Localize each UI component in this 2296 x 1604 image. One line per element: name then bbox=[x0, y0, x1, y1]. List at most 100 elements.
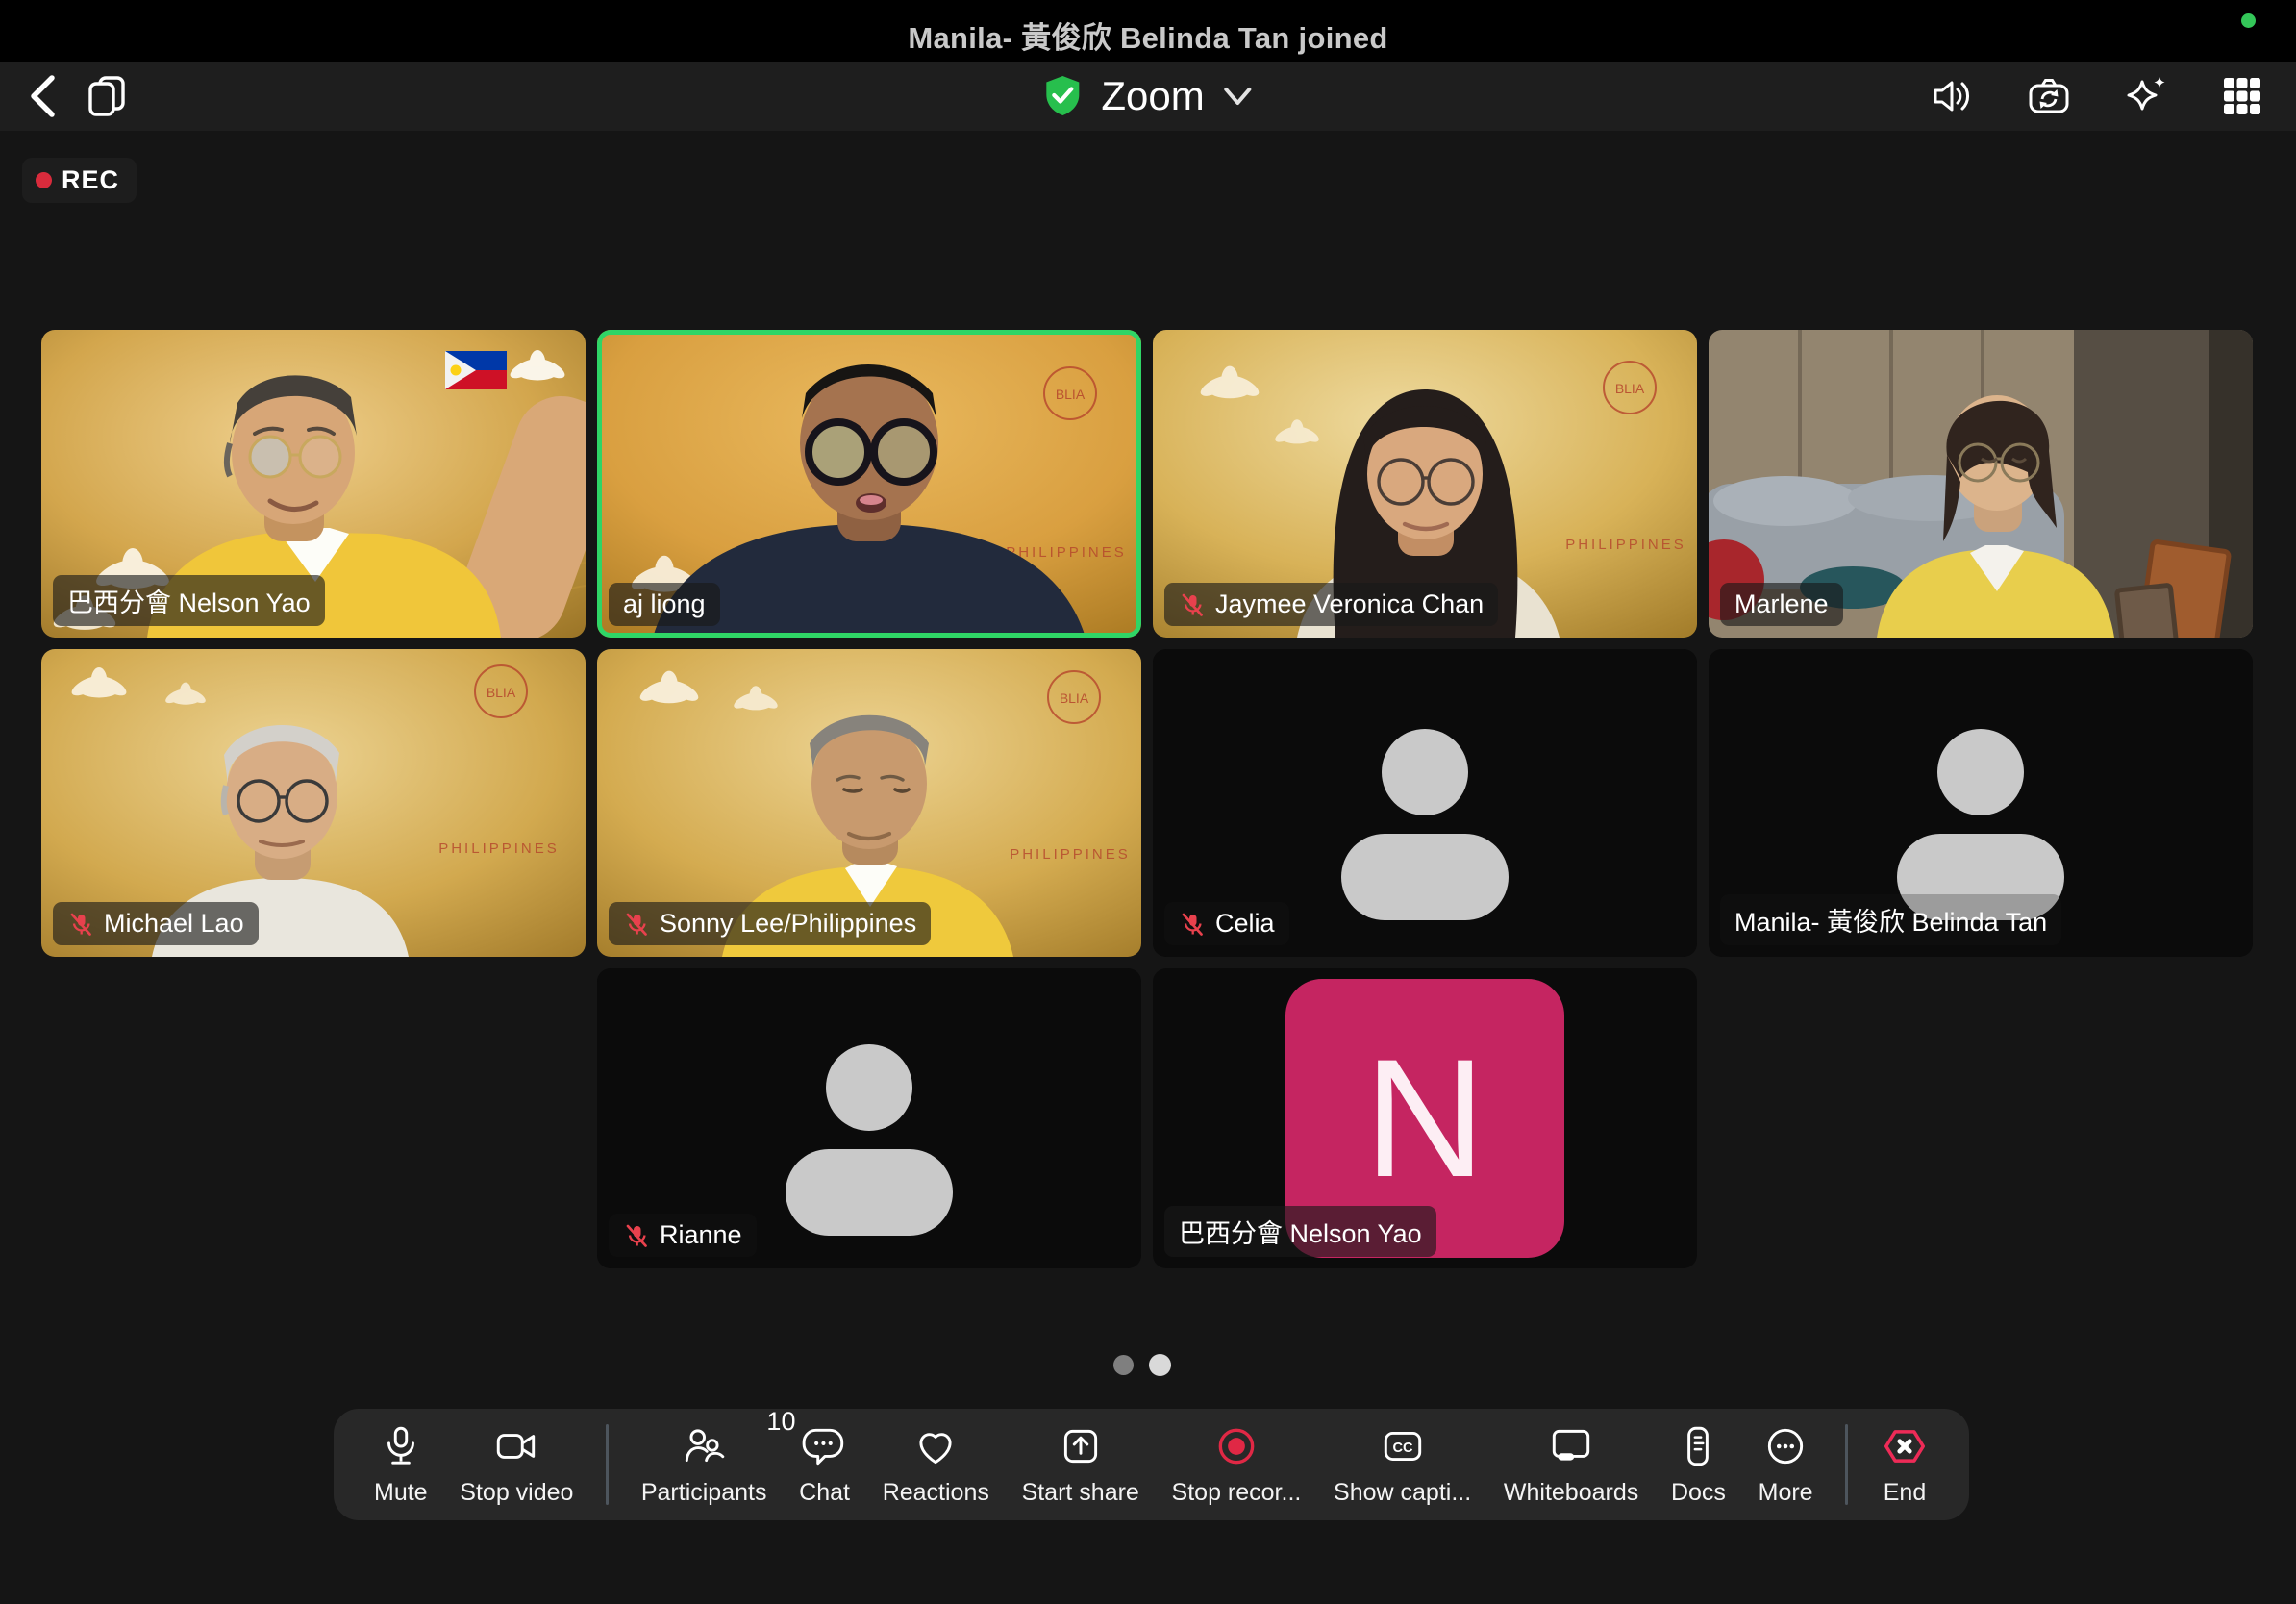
avatar-letter: N bbox=[1364, 1022, 1485, 1216]
chat-button[interactable]: Chat bbox=[799, 1422, 850, 1507]
meeting-title-group[interactable]: Zoom bbox=[1041, 73, 1254, 119]
show-captions-button[interactable]: CC Show capti... bbox=[1334, 1422, 1471, 1507]
participant-name: Celia bbox=[1215, 909, 1275, 939]
participant-tile-aj-liong[interactable]: BLIA PHILIPPINES aj liong bbox=[597, 330, 1141, 638]
page-dot-2-active[interactable] bbox=[1149, 1354, 1171, 1376]
more-button[interactable]: More bbox=[1759, 1422, 1813, 1507]
participant-name: Marlene bbox=[1734, 589, 1829, 619]
muted-mic-icon bbox=[623, 911, 650, 938]
recording-dot-icon bbox=[36, 172, 52, 188]
svg-text:PHILIPPINES: PHILIPPINES bbox=[1006, 544, 1127, 561]
participant-name: Sonny Lee/Philippines bbox=[660, 909, 916, 939]
whiteboards-button[interactable]: Whiteboards bbox=[1504, 1422, 1638, 1507]
grid-view-icon[interactable] bbox=[2219, 73, 2265, 119]
participant-tile-nelson-yao[interactable]: 巴西分會 Nelson Yao bbox=[41, 330, 586, 638]
participant-tile-sonny-lee[interactable]: BLIA PHILIPPINES Sonny Lee/Philippines bbox=[597, 649, 1141, 957]
participant-name-tag: Jaymee Veronica Chan bbox=[1164, 583, 1498, 626]
participant-name: Michael Lao bbox=[104, 909, 244, 939]
chevron-down-icon bbox=[1222, 85, 1255, 108]
whiteboard-icon bbox=[1547, 1422, 1595, 1470]
docs-button[interactable]: Docs bbox=[1671, 1422, 1726, 1507]
page-dot-1[interactable] bbox=[1113, 1355, 1134, 1375]
participant-name: aj liong bbox=[623, 589, 706, 619]
security-shield-icon bbox=[1041, 73, 1084, 119]
switch-camera-icon[interactable] bbox=[2025, 73, 2073, 119]
svg-text:PHILIPPINES: PHILIPPINES bbox=[1565, 537, 1686, 553]
meeting-toolbar: Mute Stop video 10 Participants bbox=[334, 1409, 1969, 1520]
participant-tile-rianne[interactable]: Rianne bbox=[597, 968, 1141, 1268]
svg-text:BLIA: BLIA bbox=[487, 685, 516, 700]
docs-icon bbox=[1674, 1422, 1722, 1470]
muted-mic-icon bbox=[623, 1222, 650, 1249]
participant-tile-celia[interactable]: Celia bbox=[1153, 649, 1697, 957]
start-share-button[interactable]: Start share bbox=[1022, 1422, 1139, 1507]
participant-name-tag: Michael Lao bbox=[53, 902, 259, 945]
heart-icon bbox=[911, 1422, 960, 1470]
participants-button[interactable]: 10 Participants bbox=[641, 1422, 767, 1507]
participant-name: 巴西分會 Nelson Yao bbox=[1179, 1213, 1422, 1250]
join-notification: Manila- 黃俊欣 Belinda Tan joined bbox=[0, 13, 2296, 57]
stop-video-button[interactable]: Stop video bbox=[460, 1422, 573, 1507]
reactions-label: Reactions bbox=[883, 1479, 989, 1507]
stop-video-label: Stop video bbox=[460, 1479, 573, 1507]
participant-tile-belinda-tan[interactable]: Manila- 黃俊欣 Belinda Tan bbox=[1709, 649, 2253, 957]
muted-mic-icon bbox=[67, 911, 94, 938]
speaker-icon[interactable] bbox=[1929, 73, 1975, 119]
page-indicator bbox=[1113, 1354, 1171, 1376]
chat-label: Chat bbox=[799, 1479, 850, 1507]
participant-name: Manila- 黃俊欣 Belinda Tan bbox=[1734, 901, 2047, 939]
recording-label: REC bbox=[62, 165, 119, 195]
svg-text:PHILIPPINES: PHILIPPINES bbox=[1010, 846, 1131, 863]
status-bar: Manila- 黃俊欣 Belinda Tan joined bbox=[0, 0, 2296, 62]
more-label: More bbox=[1759, 1479, 1813, 1507]
header-actions bbox=[1929, 62, 2265, 131]
record-icon bbox=[1212, 1422, 1260, 1470]
effects-sparkle-icon[interactable] bbox=[2123, 73, 2169, 119]
toolbar-divider bbox=[606, 1424, 609, 1505]
participant-name-tag: Manila- 黃俊欣 Belinda Tan bbox=[1720, 894, 2061, 945]
participant-name-tag: Marlene bbox=[1720, 583, 1843, 626]
participant-tile-nelson-yao-phone[interactable]: N 巴西分會 Nelson Yao bbox=[1153, 968, 1697, 1268]
stop-recording-label: Stop recor... bbox=[1172, 1479, 1302, 1507]
mute-button[interactable]: Mute bbox=[374, 1422, 428, 1507]
participant-tile-michael-lao[interactable]: BLIA PHILIPPINES Michael Lao bbox=[41, 649, 586, 957]
whiteboards-label: Whiteboards bbox=[1504, 1479, 1638, 1507]
participants-icon bbox=[680, 1422, 728, 1470]
multitask-icon[interactable] bbox=[85, 73, 129, 119]
svg-text:BLIA: BLIA bbox=[1056, 387, 1086, 402]
stop-recording-button[interactable]: Stop recor... bbox=[1172, 1422, 1302, 1507]
participant-name: Jaymee Veronica Chan bbox=[1215, 589, 1484, 619]
muted-mic-icon bbox=[1179, 591, 1206, 618]
closed-captions-icon: CC bbox=[1379, 1422, 1427, 1470]
docs-label: Docs bbox=[1671, 1479, 1726, 1507]
participant-tile-jaymee[interactable]: BLIA PHILIPPINES Jaymee Veronica Chan bbox=[1153, 330, 1697, 638]
participants-count-badge: 10 bbox=[766, 1407, 795, 1437]
video-camera-icon bbox=[492, 1422, 540, 1470]
participants-label: Participants bbox=[641, 1479, 767, 1507]
share-screen-icon bbox=[1057, 1422, 1105, 1470]
participant-name-tag: Sonny Lee/Philippines bbox=[609, 902, 931, 945]
participant-name-tag: aj liong bbox=[609, 583, 720, 626]
start-share-label: Start share bbox=[1022, 1479, 1139, 1507]
participant-name: 巴西分會 Nelson Yao bbox=[67, 582, 311, 619]
zoom-meeting-screen: Manila- 黃俊欣 Belinda Tan joined Zoom bbox=[0, 0, 2296, 1604]
svg-text:PHILIPPINES: PHILIPPINES bbox=[438, 840, 560, 857]
end-meeting-button[interactable]: End bbox=[1881, 1422, 1929, 1507]
participant-name-tag: Rianne bbox=[609, 1214, 757, 1257]
end-label: End bbox=[1884, 1479, 1926, 1507]
toolbar-divider bbox=[1845, 1424, 1848, 1505]
mic-icon bbox=[377, 1422, 425, 1470]
participant-name: Rianne bbox=[660, 1220, 742, 1250]
muted-mic-icon bbox=[1179, 911, 1206, 938]
chat-bubble-icon bbox=[801, 1422, 849, 1470]
mute-label: Mute bbox=[374, 1479, 428, 1507]
back-icon[interactable] bbox=[25, 73, 62, 119]
recording-badge: REC bbox=[22, 158, 137, 203]
svg-text:BLIA: BLIA bbox=[1615, 381, 1645, 396]
philippines-flag bbox=[445, 351, 507, 389]
end-meeting-icon bbox=[1881, 1422, 1929, 1470]
reactions-button[interactable]: Reactions bbox=[883, 1422, 989, 1507]
svg-text:BLIA: BLIA bbox=[1060, 690, 1089, 706]
participant-tile-marlene[interactable]: Marlene bbox=[1709, 330, 2253, 638]
camera-active-indicator bbox=[2241, 13, 2256, 28]
